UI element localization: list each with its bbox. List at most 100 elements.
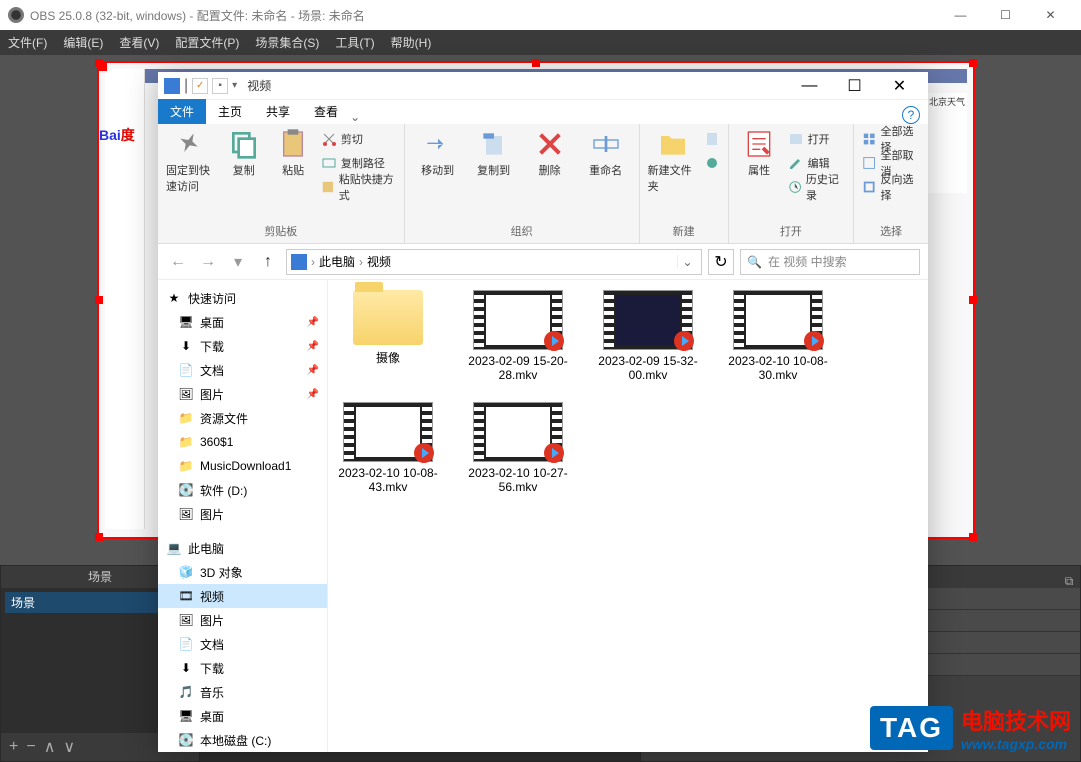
nav-this-pc[interactable]: 💻此电脑 [158, 536, 327, 560]
video-file-item[interactable]: 2023-02-10 10-08-30.mkv [728, 290, 828, 382]
nav-pictures2[interactable]: 🖼图片 [158, 502, 327, 526]
popout-icon[interactable]: ⧉ [1062, 570, 1076, 584]
ribbon-label: 反向选择 [881, 171, 921, 203]
breadcrumb-videos[interactable]: 视频 [367, 253, 391, 270]
nav-music[interactable]: 🎵音乐 [158, 680, 327, 704]
explorer-minimize-button[interactable]: — [787, 72, 832, 100]
nav-desktop2[interactable]: 🖥桌面 [158, 704, 327, 728]
qat-checkbox[interactable]: ✓ [192, 78, 208, 94]
nav-downloads[interactable]: ⬇下载📌 [158, 334, 327, 358]
nav-resources[interactable]: 📁资源文件 [158, 406, 327, 430]
nav-documents2[interactable]: 📄文档 [158, 632, 327, 656]
nav-soft-d[interactable]: 💽软件 (D:) [158, 478, 327, 502]
explorer-titlebar[interactable]: | ✓ ▪ ▾ 视频 — ☐ ✕ [158, 72, 928, 100]
minimize-button[interactable]: — [938, 0, 983, 30]
content-pane[interactable]: 摄像 2023-02-09 15-20-28.mkv 2023-02-09 15… [328, 280, 928, 752]
nav-quick-access[interactable]: ★快速访问 [158, 286, 327, 310]
scene-up-button[interactable]: ∧ [44, 737, 56, 757]
copy-button[interactable]: 复制 [222, 128, 265, 198]
nav-local-c[interactable]: 💽本地磁盘 (C:) [158, 728, 327, 752]
address-row: ← → ▾ ↑ › 此电脑 › 视频 ⌄ ↻ 🔍 在 视频 中搜索 [158, 244, 928, 280]
menu-scenes[interactable]: 场景集合(S) [255, 34, 319, 51]
ribbon-collapse-icon[interactable]: ⌄ [350, 110, 360, 124]
explorer-close-button[interactable]: ✕ [877, 72, 922, 100]
nav-downloads2[interactable]: ⬇下载 [158, 656, 327, 680]
tab-home[interactable]: 主页 [206, 99, 254, 124]
paste-button[interactable]: 粘贴 [271, 128, 314, 198]
addr-dropdown-icon[interactable]: ⌄ [677, 255, 697, 269]
nav-3d[interactable]: 🧊3D 对象 [158, 560, 327, 584]
search-input[interactable]: 🔍 在 视频 中搜索 [740, 249, 920, 275]
video-file-item[interactable]: 2023-02-09 15-20-28.mkv [468, 290, 568, 382]
nav-pane[interactable]: ★快速访问 🖥桌面📌 ⬇下载📌 📄文档📌 🖼图片📌 📁资源文件 📁360$1 📁… [158, 280, 328, 752]
qat-item[interactable]: ▪ [212, 78, 228, 94]
nav-videos[interactable]: 🎞视频 [158, 584, 327, 608]
video-file-item[interactable]: 2023-02-10 10-27-56.mkv [468, 402, 568, 494]
back-button[interactable]: ← [166, 250, 190, 274]
close-button[interactable]: ✕ [1028, 0, 1073, 30]
forward-button[interactable]: → [196, 250, 220, 274]
nav-musicdl[interactable]: 📁MusicDownload1 [158, 454, 327, 478]
address-bar[interactable]: › 此电脑 › 视频 ⌄ [286, 249, 702, 275]
explorer-maximize-button[interactable]: ☐ [832, 72, 877, 100]
file-label: 摄像 [376, 349, 400, 366]
menu-file[interactable]: 文件(F) [8, 34, 47, 51]
obs-menubar: 文件(F) 编辑(E) 查看(V) 配置文件(P) 场景集合(S) 工具(T) … [0, 30, 1081, 55]
menu-edit[interactable]: 编辑(E) [63, 34, 103, 51]
video-folder-icon [164, 78, 180, 94]
help-icon[interactable]: ? [902, 106, 920, 124]
nav-pictures[interactable]: 🖼图片📌 [158, 382, 327, 406]
move-to-button[interactable]: 移动到 [413, 128, 463, 178]
video-thumb [343, 402, 433, 462]
delete-icon [534, 128, 566, 160]
tab-view[interactable]: 查看 [302, 99, 350, 124]
drive-icon: 💽 [178, 732, 194, 748]
video-file-item[interactable]: 2023-02-10 10-08-43.mkv [338, 402, 438, 494]
cut-button[interactable]: 剪切 [321, 128, 396, 150]
folder-item[interactable]: 摄像 [338, 290, 438, 382]
pin-icon: 📌 [307, 341, 319, 352]
nav-documents[interactable]: 📄文档📌 [158, 358, 327, 382]
add-scene-button[interactable]: + [9, 738, 18, 756]
invert-selection-button[interactable]: 反向选择 [862, 176, 920, 198]
tab-file[interactable]: 文件 [158, 99, 206, 124]
maximize-button[interactable]: ☐ [983, 0, 1028, 30]
folder-icon [353, 290, 423, 345]
ribbon-group-label: 新建 [648, 221, 720, 239]
menu-view[interactable]: 查看(V) [119, 34, 159, 51]
menu-tools[interactable]: 工具(T) [335, 34, 374, 51]
remove-scene-button[interactable]: − [26, 738, 35, 756]
properties-button[interactable]: 属性 [737, 128, 782, 198]
new-folder-button[interactable]: 新建文件夹 [648, 128, 698, 194]
file-label: 2023-02-09 15-32-00.mkv [598, 354, 698, 382]
doc-icon: 📄 [178, 362, 194, 378]
obs-title: OBS 25.0.8 (32-bit, windows) - 配置文件: 未命名… [30, 7, 938, 24]
recent-dropdown[interactable]: ▾ [226, 250, 250, 274]
pin-to-quick-access-button[interactable]: 固定到快速访问 [166, 128, 216, 198]
invert-icon [862, 179, 876, 195]
nav-pictures3[interactable]: 🖼图片 [158, 608, 327, 632]
open-button[interactable]: 打开 [788, 128, 846, 150]
menu-profile[interactable]: 配置文件(P) [175, 34, 239, 51]
up-button[interactable]: ↑ [256, 250, 280, 274]
new-item-button[interactable] [704, 128, 720, 150]
delete-button[interactable]: 删除 [525, 128, 575, 178]
breadcrumb-pc[interactable]: 此电脑 [319, 253, 355, 270]
scene-down-button[interactable]: ∨ [63, 737, 75, 757]
menu-help[interactable]: 帮助(H) [391, 34, 432, 51]
nav-desktop[interactable]: 🖥桌面📌 [158, 310, 327, 334]
open-icon [788, 131, 804, 147]
copy-to-button[interactable]: 复制到 [469, 128, 519, 178]
nav-360[interactable]: 📁360$1 [158, 430, 327, 454]
video-file-item[interactable]: 2023-02-09 15-32-00.mkv [598, 290, 698, 382]
history-button[interactable]: 历史记录 [788, 176, 846, 198]
easy-access-button[interactable] [704, 152, 720, 174]
paste-shortcut-button[interactable]: 粘贴快捷方式 [321, 176, 396, 198]
rename-button[interactable]: 重命名 [581, 128, 631, 178]
refresh-button[interactable]: ↻ [708, 249, 734, 275]
ribbon-label: 属性 [748, 162, 770, 178]
tab-share[interactable]: 共享 [254, 99, 302, 124]
music-icon: 🎵 [178, 684, 194, 700]
qat-dropdown-icon[interactable]: ▾ [232, 80, 237, 91]
folder-icon [657, 128, 689, 160]
